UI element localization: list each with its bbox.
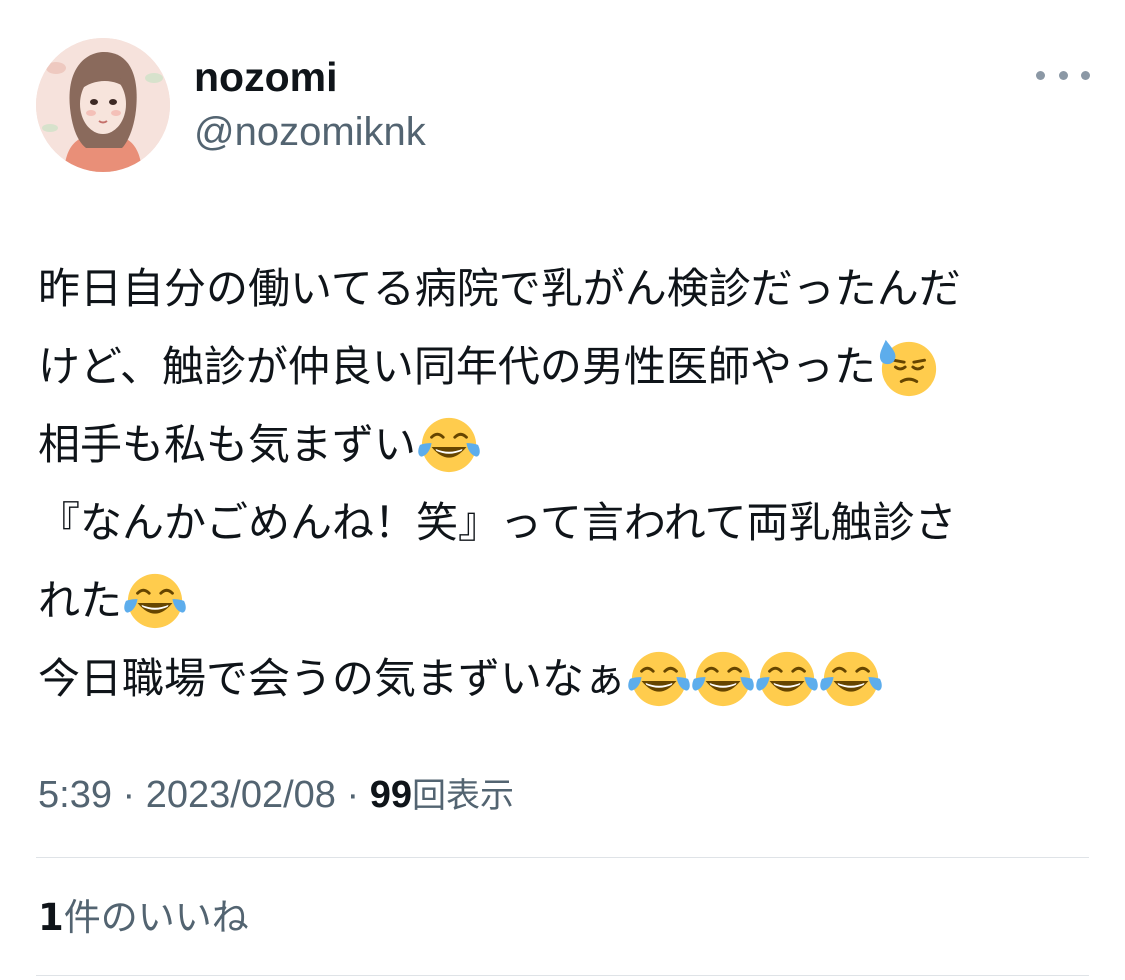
face-with-tears-of-joy-icon [418, 417, 480, 473]
tweet-line-text: 昨日自分の働いてる病院で乳がん検診だったんだ [38, 264, 961, 313]
tweet-line-text: れた [38, 576, 123, 625]
avatar[interactable] [36, 38, 170, 172]
tweet-line: れた [38, 562, 1098, 640]
tweet-line: けど、触診が仲良い同年代の男性医師やった [38, 328, 1098, 406]
tweet-line-text: 相手も私も気まずい [38, 420, 417, 469]
more-dot-icon [1058, 70, 1068, 80]
face-with-tears-of-joy-icon [124, 573, 186, 629]
tweet-metadata: 5:39 · 2023/02/08 · 99回表示 [38, 772, 514, 819]
downcast-face-with-sweat-icon [879, 339, 937, 397]
tweet-line: 今日職場で会うの気まずいなぁ [38, 640, 1098, 718]
tweet-date[interactable]: 2023/02/08 [146, 774, 336, 816]
face-with-tears-of-joy-icon [820, 651, 882, 707]
tweet-line-text: けど、触診が仲良い同年代の男性医師やった [38, 342, 876, 391]
tweet-line: 昨日自分の働いてる病院で乳がん検診だったんだ [38, 250, 1098, 328]
avatar-illustration [36, 38, 170, 172]
more-options-button[interactable] [1036, 58, 1090, 92]
tweet-text: 昨日自分の働いてる病院で乳がん検診だったんだ けど、触診が仲良い同年代の男性医師… [38, 250, 1098, 718]
divider [36, 857, 1089, 858]
meta-separator: · [111, 774, 146, 816]
user-handle[interactable]: @nozomiknk [194, 108, 426, 156]
tweet-line: 相手も私も気まずい [38, 406, 1098, 484]
divider [36, 975, 1089, 976]
likes-link[interactable]: 1件のいいね [38, 894, 249, 942]
more-dot-icon [1036, 70, 1045, 80]
views-count: 99 [369, 774, 412, 816]
face-with-tears-of-joy-icon [756, 651, 818, 707]
likes-count: 1 [38, 896, 64, 939]
tweet-line: 『なんかごめんね！笑』って言われて両乳触診さ [38, 484, 1098, 562]
meta-separator: · [335, 774, 370, 816]
more-dot-icon [1081, 70, 1090, 80]
tweet-line-text: 今日職場で会うの気まずいなぁ [38, 654, 627, 703]
views-label: 回表示 [412, 776, 514, 816]
display-name[interactable]: nozomi [194, 52, 337, 102]
tweet-time[interactable]: 5:39 [38, 774, 112, 816]
face-with-tears-of-joy-icon [692, 651, 754, 707]
tweet-line-text: 『なんかごめんね！笑』って言われて両乳触診さ [38, 498, 957, 547]
face-with-tears-of-joy-icon [628, 651, 690, 707]
likes-label: 件のいいね [63, 896, 249, 939]
